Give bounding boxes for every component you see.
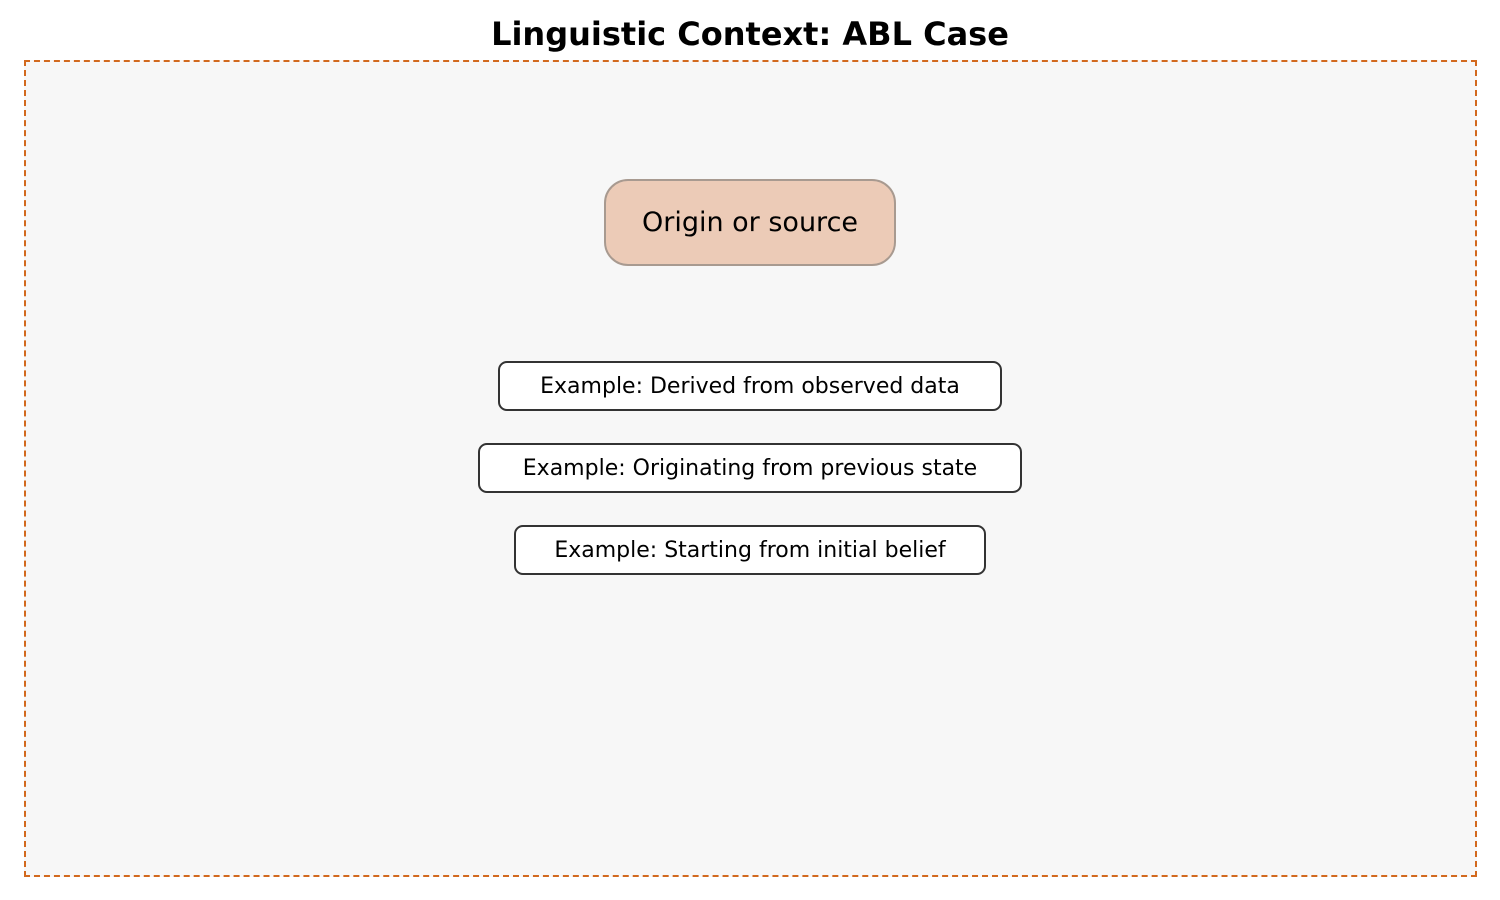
example-label-1: Example: Derived from observed data (540, 373, 960, 399)
example-box-1: Example: Derived from observed data (498, 361, 1002, 411)
example-box-2: Example: Originating from previous state (478, 443, 1022, 493)
concept-label: Origin or source (641, 207, 859, 238)
diagram-canvas: Linguistic Context: ABL Case Origin or s… (0, 0, 1500, 900)
example-label-2: Example: Originating from previous state (522, 455, 978, 481)
diagram-title: Linguistic Context: ABL Case (491, 15, 1009, 53)
concept-node: Origin or source (604, 179, 896, 266)
example-label-3: Example: Starting from initial belief (554, 537, 946, 563)
example-box-3: Example: Starting from initial belief (514, 525, 986, 575)
